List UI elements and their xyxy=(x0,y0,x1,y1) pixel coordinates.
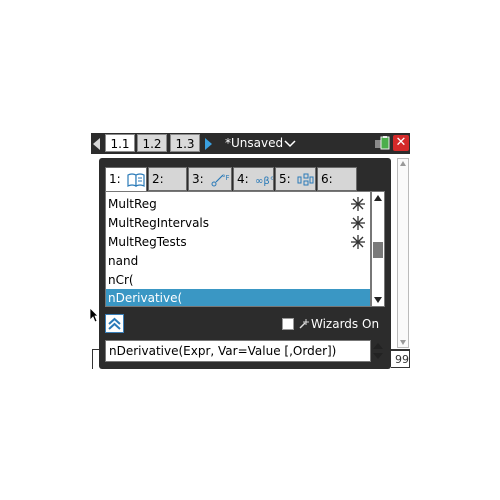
scroll-down-icon[interactable] xyxy=(399,338,407,346)
document-divider-left xyxy=(92,349,93,369)
catalog-tab-6[interactable]: 6: xyxy=(317,167,357,209)
catalog-tab-4[interactable]: 4: ∞β° xyxy=(233,167,274,191)
catalog-tab-label: 2: xyxy=(152,172,164,186)
battery-icon xyxy=(375,136,390,150)
list-item[interactable]: MultRegIntervals xyxy=(106,214,370,233)
collapse-button[interactable] xyxy=(105,314,124,333)
list-item[interactable]: MultRegTests xyxy=(106,233,370,252)
catalog-tab-label: 5: xyxy=(279,172,291,186)
wizards-on-label[interactable]: Wizards On xyxy=(311,317,379,332)
catalog-tab-2[interactable]: 2: xyxy=(148,167,187,209)
scroll-down-icon[interactable] xyxy=(373,295,383,305)
chevron-down-icon[interactable] xyxy=(284,140,296,148)
syntax-scroll-icon[interactable] xyxy=(371,340,385,362)
list-item[interactable]: MultReg xyxy=(106,195,370,214)
units-icon: °F xyxy=(211,174,230,186)
wizards-on-checkbox[interactable] xyxy=(282,318,294,330)
catalog-list-scrollbar[interactable] xyxy=(371,191,385,307)
catalog-tab-label: 1: xyxy=(109,172,121,186)
close-button[interactable]: ✕ xyxy=(393,135,409,151)
catalog-list[interactable]: MultReg MultRegIntervals MultRegTests na… xyxy=(105,191,371,307)
svg-text:∞β°: ∞β° xyxy=(255,176,273,187)
list-item-label: MultReg xyxy=(108,197,157,211)
wizard-icon xyxy=(351,235,365,249)
scroll-up-icon[interactable] xyxy=(373,193,383,203)
book-icon xyxy=(126,172,145,187)
list-item-label: nCr( xyxy=(108,273,134,287)
list-item[interactable]: nCr( xyxy=(106,271,370,290)
double-chevron-up-icon xyxy=(108,317,121,330)
document-partial-value: 99 xyxy=(391,350,410,368)
tab-scroll-left-icon[interactable] xyxy=(93,138,100,150)
list-item-label: MultRegIntervals xyxy=(108,216,210,230)
greek-symbols-icon: ∞β° xyxy=(255,176,273,187)
scroll-up-icon[interactable] xyxy=(399,160,407,168)
document-title[interactable]: *Unsaved xyxy=(225,135,283,151)
wizard-icon xyxy=(351,216,365,230)
syntax-help: nDerivative(Expr, Var=Value [,Order]) xyxy=(105,340,371,362)
page-tab-1-3[interactable]: 1.3 xyxy=(170,134,200,152)
svg-text:°F: °F xyxy=(222,174,230,182)
list-item-label: nDerivative( xyxy=(108,291,183,305)
catalog-tab-3[interactable]: 3: °F xyxy=(188,167,232,191)
catalog-tab-1[interactable]: 1: xyxy=(105,167,147,193)
math-templates-icon xyxy=(297,173,314,185)
page-tab-1-2[interactable]: 1.2 xyxy=(137,134,167,152)
wand-icon xyxy=(299,319,309,329)
document-scrollbar[interactable] xyxy=(397,158,409,348)
catalog-tab-label: 6: xyxy=(321,172,333,186)
wizard-icon xyxy=(351,197,365,211)
catalog-tab-label: 3: xyxy=(192,172,204,186)
page-tab-1-1[interactable]: 1.1 xyxy=(105,134,135,152)
tab-scroll-right-icon[interactable] xyxy=(205,138,212,150)
scroll-thumb[interactable] xyxy=(373,242,383,258)
list-item-label: MultRegTests xyxy=(108,235,187,249)
list-item[interactable]: nand xyxy=(106,252,370,271)
list-item-label: nand xyxy=(108,254,139,268)
list-item-selected[interactable]: nDerivative( xyxy=(106,289,370,306)
catalog-tab-5[interactable]: 5: xyxy=(275,167,316,191)
catalog-tab-label: 4: xyxy=(237,172,249,186)
mouse-pointer-icon xyxy=(89,307,99,323)
